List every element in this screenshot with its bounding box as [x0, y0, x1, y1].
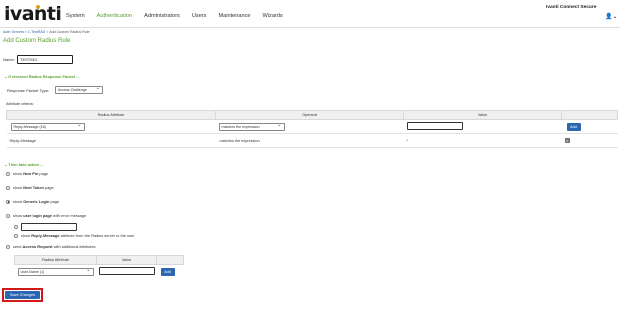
top-bar: ivanti System Authentication Administrat… [0, 0, 620, 28]
column-header: Radius Attribute [6, 110, 216, 120]
error-message-input[interactable] [21, 223, 77, 231]
main-nav: System Authentication Administrators Use… [66, 13, 295, 19]
chevron-down-icon: ⌄ [4, 162, 8, 167]
save-changes-button[interactable]: Save Changes [5, 291, 40, 299]
radio-new-pin[interactable] [6, 171, 10, 176]
logo-dot-icon [36, 5, 40, 9]
action-section-label: Then take action ... [8, 162, 44, 167]
breadcrumb-current: Add Custom Radius Rule [49, 30, 90, 34]
table-row: Reply-Message (18) matches the expressio… [6, 119, 618, 134]
breadcrumb: Auth Servers > 1-TestRAD > Add Custom Ra… [3, 30, 90, 34]
chevron-down-icon: ⌄ [4, 74, 8, 79]
access-attribute-select[interactable]: User-Name (1) [17, 267, 94, 276]
option-bold-text: Generic Login [23, 199, 50, 204]
response-packet-select[interactable]: Access Challenge [55, 85, 103, 94]
attribute-select[interactable]: Reply-Message (18) [10, 122, 85, 131]
option-text: with error message [53, 213, 87, 218]
option-text: with additional attributes [53, 244, 96, 249]
nav-maintenance[interactable]: Maintenance [218, 13, 250, 19]
nav-wizards[interactable]: Wizards [263, 13, 283, 19]
breadcrumb-separator: > [24, 30, 27, 34]
delete-icon[interactable]: × [564, 138, 570, 143]
option-bold-text: user login page [23, 213, 52, 218]
column-header-empty [156, 255, 184, 265]
response-packet-label: Response Packet Type: [7, 88, 50, 93]
option-bold-text: New Pin [23, 171, 39, 176]
radio-access-request[interactable] [6, 244, 10, 249]
option-text: show [13, 171, 23, 176]
column-header-empty [561, 110, 618, 120]
option-custom-message[interactable] [14, 223, 77, 231]
option-text: page [50, 199, 60, 204]
criteria-attribute-cell: Reply-Message [6, 133, 216, 148]
nav-users[interactable]: Users [192, 13, 207, 19]
option-bold-text: Next Token [23, 185, 44, 190]
criteria-value-cell: * [403, 133, 562, 148]
attribute-criteria-label: Attribute criteria: [6, 102, 34, 106]
add-attribute-button[interactable]: Add [160, 267, 175, 276]
save-highlight: Save Changes [2, 288, 43, 302]
column-header: Value [403, 110, 562, 120]
table-row: Reply-Message matches the expression * × [6, 133, 618, 148]
nav-authentication[interactable]: Authentication [97, 13, 132, 19]
option-text: page [44, 185, 54, 190]
page-title: Add Custom Radius Rule [3, 38, 71, 44]
radio-generic-login[interactable] [6, 199, 10, 204]
column-header: Value [96, 255, 157, 265]
add-criteria-button[interactable]: Add [566, 122, 581, 131]
criteria-operand-cell: matches the expression [215, 133, 404, 148]
access-request-table: Radius Attribute Value User-Name (1) Add [14, 255, 184, 279]
option-access-request[interactable]: send Access Request with additional attr… [6, 244, 95, 249]
option-reply-message[interactable]: show Reply-Message attribute from the Ra… [14, 233, 135, 238]
nav-administrators[interactable]: Administrators [144, 13, 180, 19]
name-label: Name: [3, 57, 15, 62]
radio-reply-message[interactable] [14, 233, 18, 238]
table-row: User-Name (1) Add [15, 265, 184, 279]
option-bold-text: Access Request [22, 244, 53, 249]
column-header: Radius Attribute [14, 255, 97, 265]
attribute-criteria-table: Radius Attribute Operand Value Reply-Mes… [6, 110, 618, 148]
breadcrumb-auth-servers[interactable]: Auth Servers [3, 30, 24, 34]
name-input[interactable]: TESTING [17, 55, 73, 64]
breadcrumb-testrad[interactable]: 1-TestRAD [28, 30, 45, 34]
nav-system[interactable]: System [66, 13, 85, 19]
option-generic-login[interactable]: show Generic Login page [6, 199, 59, 204]
value-input[interactable] [406, 122, 463, 130]
ivanti-logo[interactable]: ivanti [4, 3, 62, 25]
radio-next-token[interactable] [6, 185, 10, 190]
option-user-login[interactable]: show user login page with error message [6, 213, 86, 218]
option-text: show [21, 233, 31, 238]
received-section-toggle[interactable]: ⌄ If received Radius Response Packet ... [4, 74, 79, 79]
option-text: attribute from the Radius server to the … [60, 233, 135, 238]
product-brand: Ivanti Connect Secure [546, 5, 597, 10]
operand-select[interactable]: matches the expression [218, 122, 285, 131]
option-text: page [39, 171, 49, 176]
radio-custom-message[interactable] [14, 225, 18, 229]
column-header: Operand [215, 110, 404, 120]
option-text: show [13, 185, 23, 190]
option-new-pin[interactable]: show New Pin page [6, 171, 48, 176]
access-value-input[interactable] [98, 267, 155, 276]
radio-user-login[interactable] [6, 213, 10, 218]
user-menu-icon[interactable]: 👤⌄ [605, 13, 618, 20]
action-section-toggle[interactable]: ⌄ Then take action ... [4, 162, 43, 167]
option-text: show [13, 213, 23, 218]
option-text: show [13, 199, 23, 204]
option-text: send [13, 244, 22, 249]
option-bold-text: Reply-Message [31, 233, 60, 238]
option-next-token[interactable]: show Next Token page [6, 185, 54, 190]
received-section-label: If received Radius Response Packet ... [8, 74, 80, 79]
